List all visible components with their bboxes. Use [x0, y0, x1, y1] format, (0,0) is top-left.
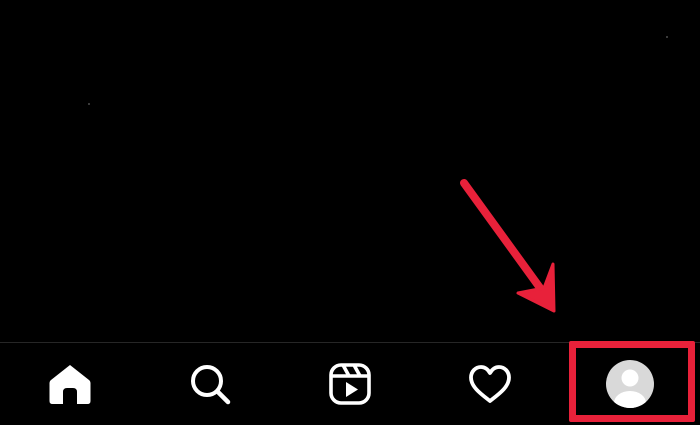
home-icon	[49, 365, 91, 404]
avatar-icon	[606, 360, 654, 408]
tab-reels[interactable]	[280, 343, 420, 425]
feed-content-area	[0, 0, 700, 342]
tab-activity[interactable]	[420, 343, 560, 425]
bottom-tab-bar	[0, 343, 700, 425]
tab-search[interactable]	[140, 343, 280, 425]
screen-speck	[666, 36, 668, 38]
tab-profile[interactable]	[560, 343, 700, 425]
tab-home[interactable]	[0, 343, 140, 425]
reels-icon	[329, 363, 371, 405]
screen-speck	[88, 103, 90, 105]
heart-icon	[469, 365, 511, 403]
search-icon	[191, 365, 231, 405]
